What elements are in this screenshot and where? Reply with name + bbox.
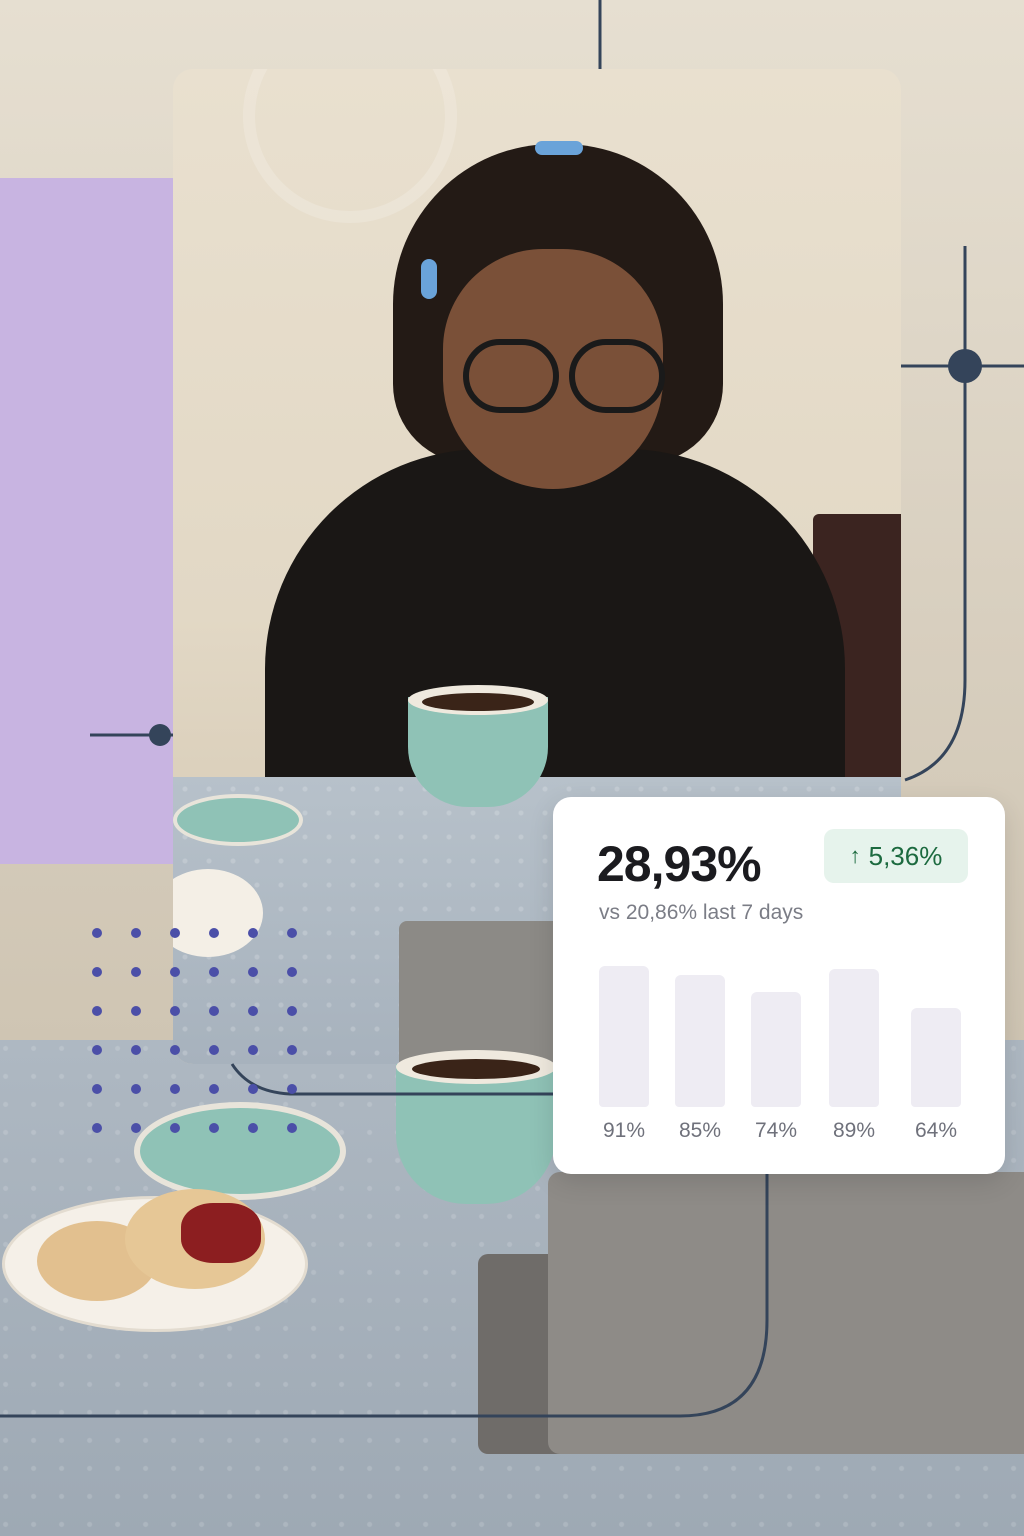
bar bbox=[599, 966, 649, 1107]
coffee-cup bbox=[396, 1050, 556, 1204]
bar bbox=[675, 975, 725, 1107]
bar-label: 64% bbox=[914, 1119, 958, 1142]
dot bbox=[248, 1123, 258, 1133]
dot bbox=[248, 1084, 258, 1094]
dot bbox=[131, 1123, 141, 1133]
dot bbox=[209, 1123, 219, 1133]
dot bbox=[287, 1123, 297, 1133]
change-badge: ↑ 5,36% bbox=[824, 829, 968, 883]
dot bbox=[170, 1006, 180, 1016]
hero-scene: 28,93% ↑ 5,36% vs 20,86% last 7 days 91%… bbox=[0, 0, 1024, 1536]
dot bbox=[131, 1084, 141, 1094]
dot bbox=[92, 967, 102, 977]
glasses bbox=[463, 339, 665, 413]
bar-label: 85% bbox=[678, 1119, 722, 1142]
dot bbox=[209, 967, 219, 977]
dot bbox=[209, 1045, 219, 1055]
dot bbox=[92, 1045, 102, 1055]
glasses-lens bbox=[569, 339, 665, 413]
bar bbox=[751, 992, 801, 1107]
dot bbox=[170, 1045, 180, 1055]
dot bbox=[92, 928, 102, 938]
hair-clip bbox=[421, 259, 437, 299]
dot bbox=[131, 928, 141, 938]
bar bbox=[829, 969, 879, 1107]
bar-label: 89% bbox=[832, 1119, 876, 1142]
dot bbox=[170, 1084, 180, 1094]
dot bbox=[92, 1084, 102, 1094]
laptop bbox=[548, 1172, 1024, 1454]
bar-label: 74% bbox=[754, 1119, 798, 1142]
dot bbox=[248, 967, 258, 977]
change-value: 5,36% bbox=[868, 840, 943, 871]
dot-grid bbox=[92, 928, 302, 1138]
dot bbox=[287, 967, 297, 977]
bar-chart bbox=[599, 937, 969, 1107]
laptop bbox=[399, 921, 569, 1064]
jam bbox=[181, 1203, 261, 1263]
dot bbox=[170, 967, 180, 977]
dot bbox=[248, 1045, 258, 1055]
dot bbox=[287, 1006, 297, 1016]
dot bbox=[170, 928, 180, 938]
dot bbox=[287, 1084, 297, 1094]
bar bbox=[911, 1008, 961, 1107]
dot bbox=[209, 1006, 219, 1016]
dot bbox=[170, 1123, 180, 1133]
comparison-text: vs 20,86% last 7 days bbox=[599, 901, 804, 924]
dot bbox=[131, 1045, 141, 1055]
dot bbox=[287, 1045, 297, 1055]
coffee-cup bbox=[408, 685, 548, 807]
arrow-up-icon: ↑ bbox=[849, 843, 861, 868]
stats-card: 28,93% ↑ 5,36% vs 20,86% last 7 days 91%… bbox=[553, 797, 1005, 1174]
dot bbox=[209, 928, 219, 938]
dot bbox=[131, 1006, 141, 1016]
dot bbox=[248, 1006, 258, 1016]
dot bbox=[92, 1006, 102, 1016]
saucer bbox=[173, 794, 303, 846]
dot bbox=[92, 1123, 102, 1133]
dot bbox=[131, 967, 141, 977]
bar-label: 91% bbox=[602, 1119, 646, 1142]
dot bbox=[248, 928, 258, 938]
dot bbox=[209, 1084, 219, 1094]
stats-value: 28,93% bbox=[597, 836, 762, 892]
glasses-lens bbox=[463, 339, 559, 413]
dot bbox=[287, 928, 297, 938]
decorative-circle bbox=[243, 69, 457, 223]
hair-clip bbox=[535, 141, 583, 155]
plate-with-biscuits bbox=[2, 1189, 308, 1332]
